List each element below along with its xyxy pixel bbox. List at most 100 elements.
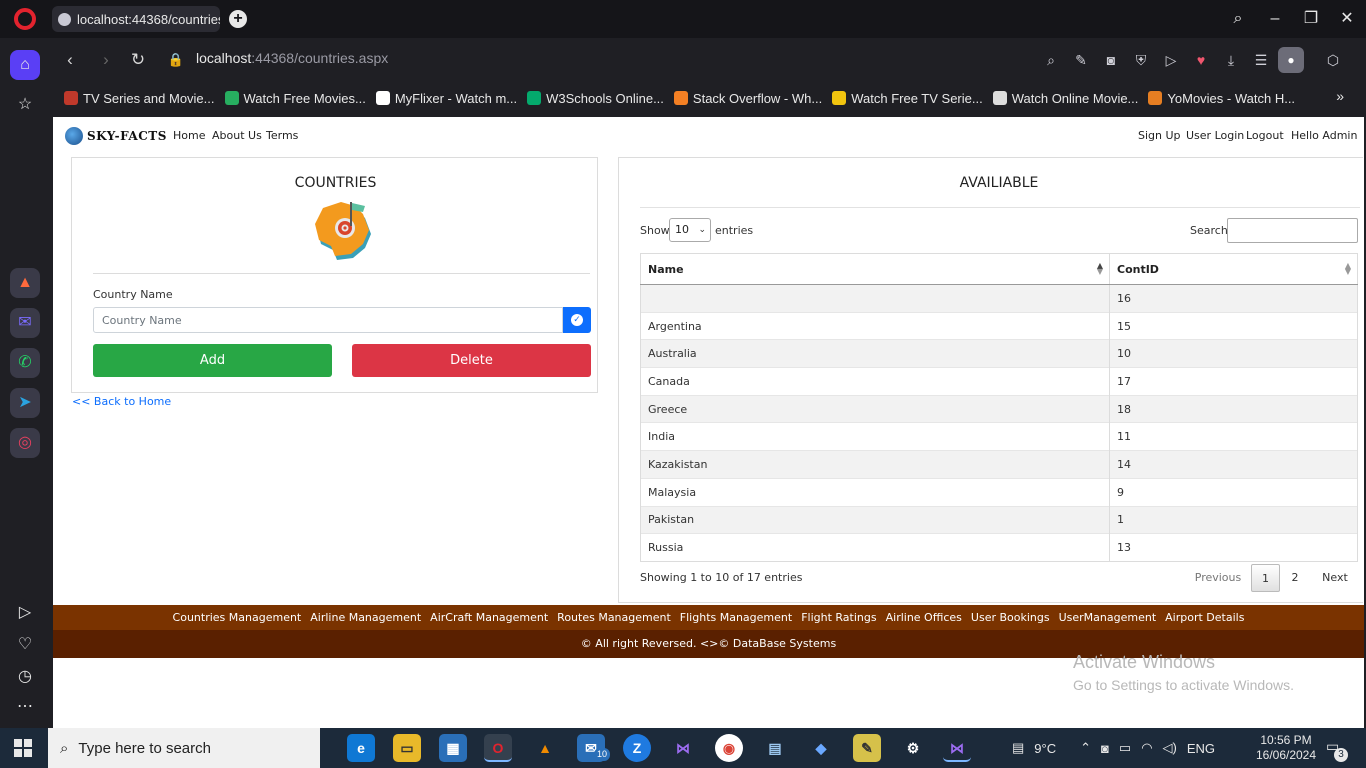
heart-icon[interactable]: ♥ (1192, 51, 1210, 69)
language-indicator[interactable]: ENG (1187, 741, 1215, 756)
new-tab-button[interactable]: + (229, 10, 247, 28)
power-automate-icon[interactable]: ◆ (807, 734, 835, 762)
footer-link[interactable]: Countries Management (173, 611, 302, 624)
bookmarks-overflow-icon[interactable]: » (1336, 88, 1344, 104)
table-row[interactable]: Australia 10 (640, 339, 1358, 368)
footer-link[interactable]: UserManagement (1059, 611, 1157, 624)
bookmark-item[interactable]: YoMovies - Watch H... (1148, 91, 1295, 106)
back-to-home-link[interactable]: << Back to Home (72, 395, 171, 408)
nav-hello-admin[interactable]: Hello Admin (1291, 129, 1357, 142)
minimize-button[interactable]: – (1265, 9, 1285, 29)
instagram-icon[interactable]: ◎ (10, 428, 40, 458)
browser-tab-active[interactable]: localhost:44368/countries. (52, 6, 220, 32)
zoom-search-icon[interactable]: ⌕ (1042, 51, 1060, 69)
table-row[interactable]: Pakistan 1 (640, 505, 1358, 534)
weather-temp[interactable]: 9°C (1034, 741, 1056, 756)
edge-icon[interactable]: e (347, 734, 375, 762)
footer-link[interactable]: Airline Offices (886, 611, 962, 624)
camera-icon[interactable]: ◙ (1102, 51, 1120, 69)
bookmark-item[interactable]: MyFlixer - Watch m... (375, 91, 517, 106)
close-window-button[interactable]: ✕ (1337, 9, 1357, 29)
add-button[interactable]: Add (93, 344, 332, 377)
nav-logout[interactable]: Logout (1246, 129, 1284, 142)
aria-icon[interactable]: ▲ (10, 268, 40, 298)
file-explorer-icon[interactable]: ▭ (393, 734, 421, 762)
pagination-page-2[interactable]: 2 (1285, 564, 1305, 592)
battery-icon[interactable]: ▭ (1119, 740, 1131, 756)
table-row[interactable]: Malaysia 9 (640, 477, 1358, 506)
taskbar-clock[interactable]: 10:56 PM 16/06/2024 (1252, 733, 1320, 763)
notes-app-icon[interactable]: ✎ (853, 734, 881, 762)
delete-button[interactable]: Delete (352, 344, 591, 377)
bookmark-item[interactable]: TV Series and Movie... (64, 91, 215, 106)
messenger-icon[interactable]: ✉ (10, 308, 40, 338)
weather-icon[interactable]: ▤ (1012, 740, 1024, 756)
maximize-button[interactable]: ❐ (1301, 9, 1321, 29)
page-size-select[interactable]: 10 ⌄ (669, 218, 711, 242)
store-icon[interactable]: ▦ (439, 734, 467, 762)
bookmark-item[interactable]: Watch Free Movies... (224, 91, 366, 106)
favorites-heart-icon[interactable]: ♡ (10, 630, 40, 660)
forward-arrow-icon[interactable]: › (96, 50, 116, 70)
play-icon[interactable]: ▷ (1162, 51, 1180, 69)
extensions-icon[interactable]: ⬡ (1324, 51, 1342, 69)
edit-icon[interactable]: ✎ (1072, 51, 1090, 69)
footer-link[interactable]: AirCraft Management (430, 611, 548, 624)
network-tool-icon[interactable]: ▤ (761, 734, 789, 762)
taskbar-search-box[interactable]: ⌕ Type here to search (48, 728, 320, 768)
download-icon[interactable]: ⤓ (1222, 51, 1240, 69)
history-clock-icon[interactable]: ◷ (10, 662, 40, 692)
chevron-up-icon[interactable]: ⌃ (1080, 740, 1091, 756)
volume-icon[interactable]: ◁) (1163, 740, 1177, 756)
table-row[interactable]: 16 (640, 284, 1358, 313)
table-row[interactable]: India 11 (640, 422, 1358, 451)
profile-icon[interactable]: ● (1278, 47, 1304, 73)
reload-icon[interactable]: ↻ (128, 50, 148, 70)
footer-link[interactable]: User Bookings (971, 611, 1050, 624)
footer-link[interactable]: Airline Management (310, 611, 421, 624)
table-row[interactable]: Canada 17 (640, 367, 1358, 396)
star-icon[interactable]: ☆ (10, 90, 40, 120)
input-check-addon[interactable]: ✓ (563, 307, 591, 333)
menu-icon[interactable]: ☰ (1252, 51, 1270, 69)
table-row[interactable]: Kazakistan 14 (640, 450, 1358, 479)
opera-logo-icon[interactable] (14, 8, 36, 30)
opera-taskbar-icon[interactable]: O (484, 734, 512, 762)
footer-link[interactable]: Flights Management (680, 611, 792, 624)
shield-icon[interactable]: ⛨ (1132, 51, 1150, 69)
nav-home[interactable]: Home (173, 129, 205, 142)
telegram-icon[interactable]: ➤ (10, 388, 40, 418)
url-field[interactable]: localhost:44368/countries.aspx (196, 50, 388, 66)
table-row[interactable]: Russia 13 (640, 533, 1358, 562)
footer-link[interactable]: Airport Details (1165, 611, 1244, 624)
settings-gear-icon[interactable]: ⚙ (899, 734, 927, 762)
bookmark-item[interactable]: W3Schools Online... (527, 91, 664, 106)
column-header-contid[interactable]: ContID ▲ ▼ (1109, 253, 1358, 285)
pagination-page-1[interactable]: 1 (1251, 564, 1280, 592)
bookmark-item[interactable]: Stack Overflow - Wh... (673, 91, 822, 106)
bookmark-item[interactable]: Watch Online Movie... (992, 91, 1138, 106)
visual-studio-active-icon[interactable]: ⋈ (943, 734, 971, 762)
bookmark-item[interactable]: Watch Free TV Serie... (832, 91, 983, 106)
zoom-icon[interactable]: Z (623, 734, 651, 762)
search-tabs-icon[interactable]: ⌕ (1228, 9, 1248, 29)
footer-link[interactable]: Flight Ratings (801, 611, 876, 624)
table-row[interactable]: Greece 18 (640, 394, 1358, 423)
windows-start-icon[interactable] (14, 739, 32, 757)
player-icon[interactable]: ▷ (10, 598, 40, 628)
wifi-icon[interactable]: ◠ (1141, 740, 1152, 756)
more-dots-icon[interactable]: ⋯ (10, 692, 40, 722)
back-arrow-icon[interactable]: ‹ (60, 50, 80, 70)
table-row[interactable]: Argentina 15 (640, 311, 1358, 340)
nav-signup[interactable]: Sign Up (1138, 129, 1181, 142)
globe-logo-icon[interactable] (65, 127, 83, 145)
country-name-input[interactable] (93, 307, 563, 333)
home-icon[interactable]: ⌂ (10, 50, 40, 80)
footer-link[interactable]: Routes Management (557, 611, 671, 624)
vlc-icon[interactable]: ▲ (531, 734, 559, 762)
nav-about[interactable]: About Us (212, 129, 262, 142)
brand-name[interactable]: SKY-FACTS (87, 129, 167, 143)
nav-user-login[interactable]: User Login (1186, 129, 1244, 142)
nav-terms[interactable]: Terms (266, 129, 298, 142)
pagination-next[interactable]: Next (1315, 564, 1355, 592)
